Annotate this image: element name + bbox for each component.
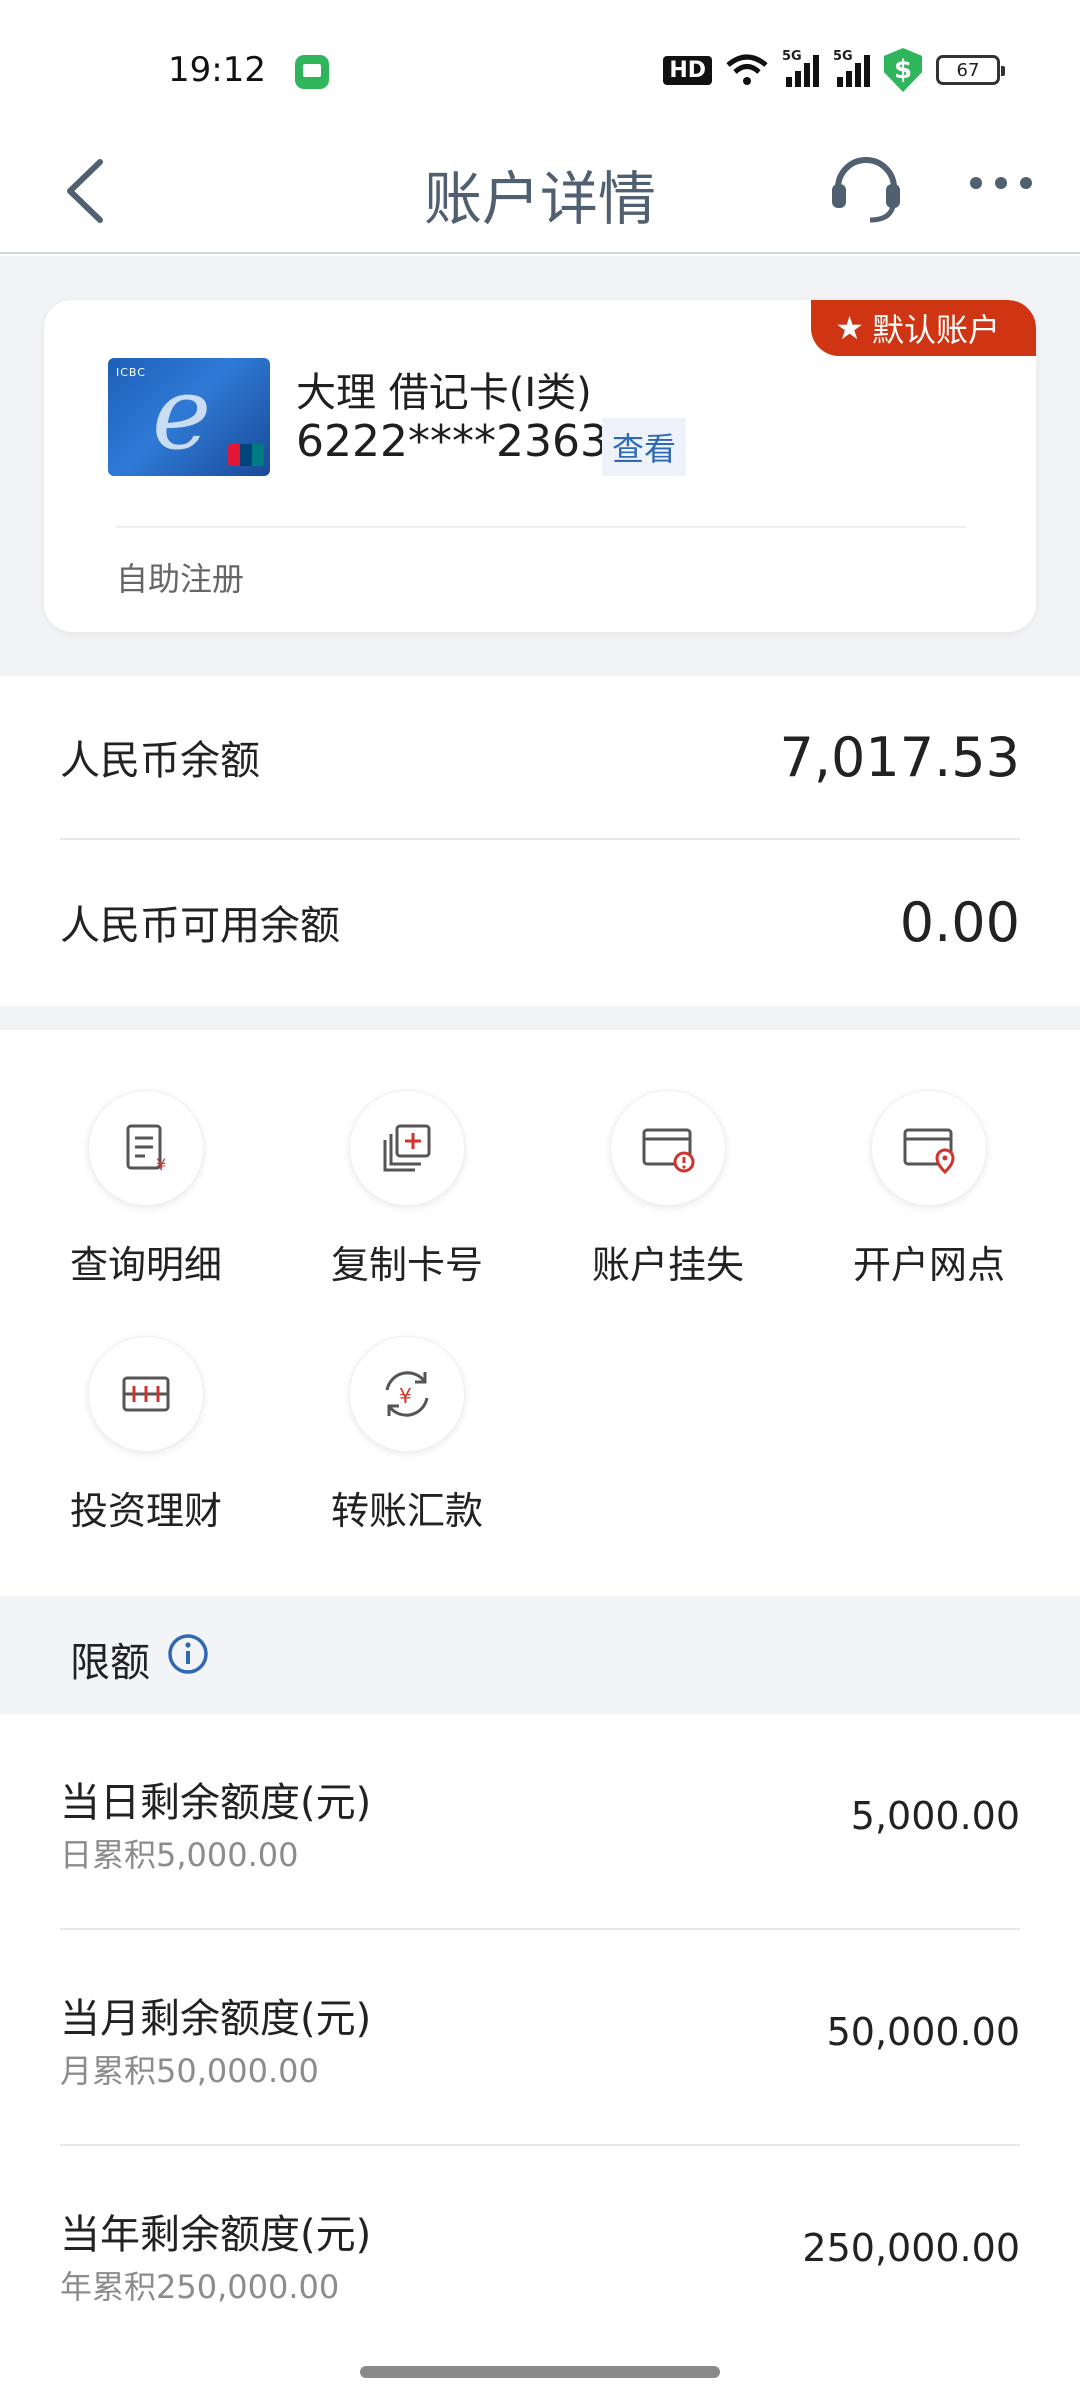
view-card-number-button[interactable]: 查看 <box>602 418 687 476</box>
limit-title: 限额 <box>70 1640 150 1686</box>
bank-logo-icon: ICBC <box>116 366 146 379</box>
card-e-logo-icon: e <box>152 358 212 472</box>
limit-accumulated: 年累积250,000.00 <box>60 2268 340 2306</box>
info-icon[interactable] <box>166 1632 210 1676</box>
action-label: 转账汇款 <box>330 1489 483 1533</box>
balance-label: 人民币余额 <box>60 738 260 784</box>
report-loss-icon <box>610 1090 726 1206</box>
svg-text:¥: ¥ <box>156 1155 166 1174</box>
balance-section: 人民币余额 7,017.53 人民币可用余额 0.00 <box>0 676 1080 1006</box>
nav-bar: 账户详情 <box>0 128 1080 254</box>
limit-value: 250,000.00 <box>802 2226 1020 2270</box>
svg-text:¥: ¥ <box>399 1384 412 1408</box>
section-gap <box>0 1006 1080 1030</box>
card-area: ★ 默认账户 ICBC e 大理 借记卡(I类) 6222****2363 查看… <box>0 256 1080 676</box>
limit-accumulated: 日累积5,000.00 <box>60 1836 299 1874</box>
page-title: 账户详情 <box>423 165 656 233</box>
investment-icon <box>88 1336 204 1452</box>
limit-name: 当年剩余额度(元) <box>60 2212 372 2258</box>
more-icon[interactable] <box>966 168 1036 198</box>
account-card: ★ 默认账户 ICBC e 大理 借记卡(I类) 6222****2363 查看… <box>44 300 1036 632</box>
copy-card-icon <box>349 1090 465 1206</box>
divider <box>116 526 966 528</box>
rmb-balance-row: 人民币余额 7,017.53 <box>60 676 1020 840</box>
statement-icon: ¥ <box>88 1090 204 1206</box>
limit-list: 当日剩余额度(元) 日累积5,000.00 5,000.00 当月剩余额度(元)… <box>0 1714 1080 2314</box>
action-transfer[interactable]: ¥ 转账汇款 <box>292 1276 522 1533</box>
limit-value: 5,000.00 <box>850 1794 1020 1838</box>
action-label: 账户挂失 <box>591 1243 744 1287</box>
monthly-limit-row: 当月剩余额度(元) 月累积50,000.00 50,000.00 <box>60 1930 1020 2146</box>
quick-actions: ¥ 查询明细 复制卡号 账户挂失 开户网点 投资理财 ¥ 转账汇款 <box>0 1030 1080 1596</box>
status-indicators: HD 5G 5G $ 67 <box>663 48 1005 92</box>
transfer-icon: ¥ <box>349 1336 465 1452</box>
card-image: ICBC e <box>108 358 270 476</box>
default-account-label: 默认账户 <box>871 311 1000 349</box>
action-report-loss[interactable]: 账户挂失 <box>553 1030 783 1287</box>
limit-name: 当日剩余额度(元) <box>60 1780 372 1826</box>
branch-location-icon <box>871 1090 987 1206</box>
daily-limit-row: 当日剩余额度(元) 日累积5,000.00 5,000.00 <box>60 1714 1020 1930</box>
star-icon: ★ <box>835 309 864 347</box>
self-register-link[interactable]: 自助注册 <box>116 554 244 600</box>
headset-icon[interactable] <box>826 146 906 226</box>
card-number: 6222****2363 <box>296 416 608 467</box>
message-app-icon <box>295 55 329 89</box>
home-indicator[interactable] <box>360 2366 720 2378</box>
security-shield-icon: $ <box>884 48 922 92</box>
balance-value: 7,017.53 <box>779 725 1020 789</box>
action-branch-locations[interactable]: 开户网点 <box>814 1030 1044 1287</box>
limit-accumulated: 月累积50,000.00 <box>60 2052 319 2090</box>
yearly-limit-row: 当年剩余额度(元) 年累积250,000.00 250,000.00 <box>60 2146 1020 2362</box>
card-name: 大理 借记卡(I类) <box>296 370 592 416</box>
available-balance-value: 0.00 <box>899 890 1020 954</box>
signal-5g-icon-1: 5G <box>782 49 819 87</box>
default-account-badge: ★ 默认账户 <box>811 300 1036 356</box>
rmb-available-balance-row: 人民币可用余额 0.00 <box>60 840 1020 1004</box>
action-copy-card-number[interactable]: 复制卡号 <box>292 1030 522 1287</box>
signal-label: 5G <box>833 49 853 64</box>
signal-5g-icon-2: 5G <box>833 49 870 87</box>
available-balance-label: 人民币可用余额 <box>60 903 340 949</box>
hd-voice-icon: HD <box>663 55 712 85</box>
battery-icon: 67 <box>936 55 1005 85</box>
limit-name: 当月剩余额度(元) <box>60 1996 372 2042</box>
action-label: 投资理财 <box>69 1489 222 1533</box>
status-time: 19:12 <box>168 50 266 90</box>
action-label: 开户网点 <box>852 1243 1005 1287</box>
status-bar: 19:12 HD 5G 5G $ 67 <box>0 0 1080 128</box>
unionpay-logo-icon <box>228 444 264 466</box>
wifi-icon <box>726 54 768 85</box>
action-investment[interactable]: 投资理财 <box>31 1276 261 1533</box>
limit-header: 限额 <box>0 1596 1080 1714</box>
signal-label: 5G <box>782 49 802 64</box>
limit-value: 50,000.00 <box>826 2010 1020 2054</box>
action-query-details[interactable]: ¥ 查询明细 <box>31 1030 261 1287</box>
